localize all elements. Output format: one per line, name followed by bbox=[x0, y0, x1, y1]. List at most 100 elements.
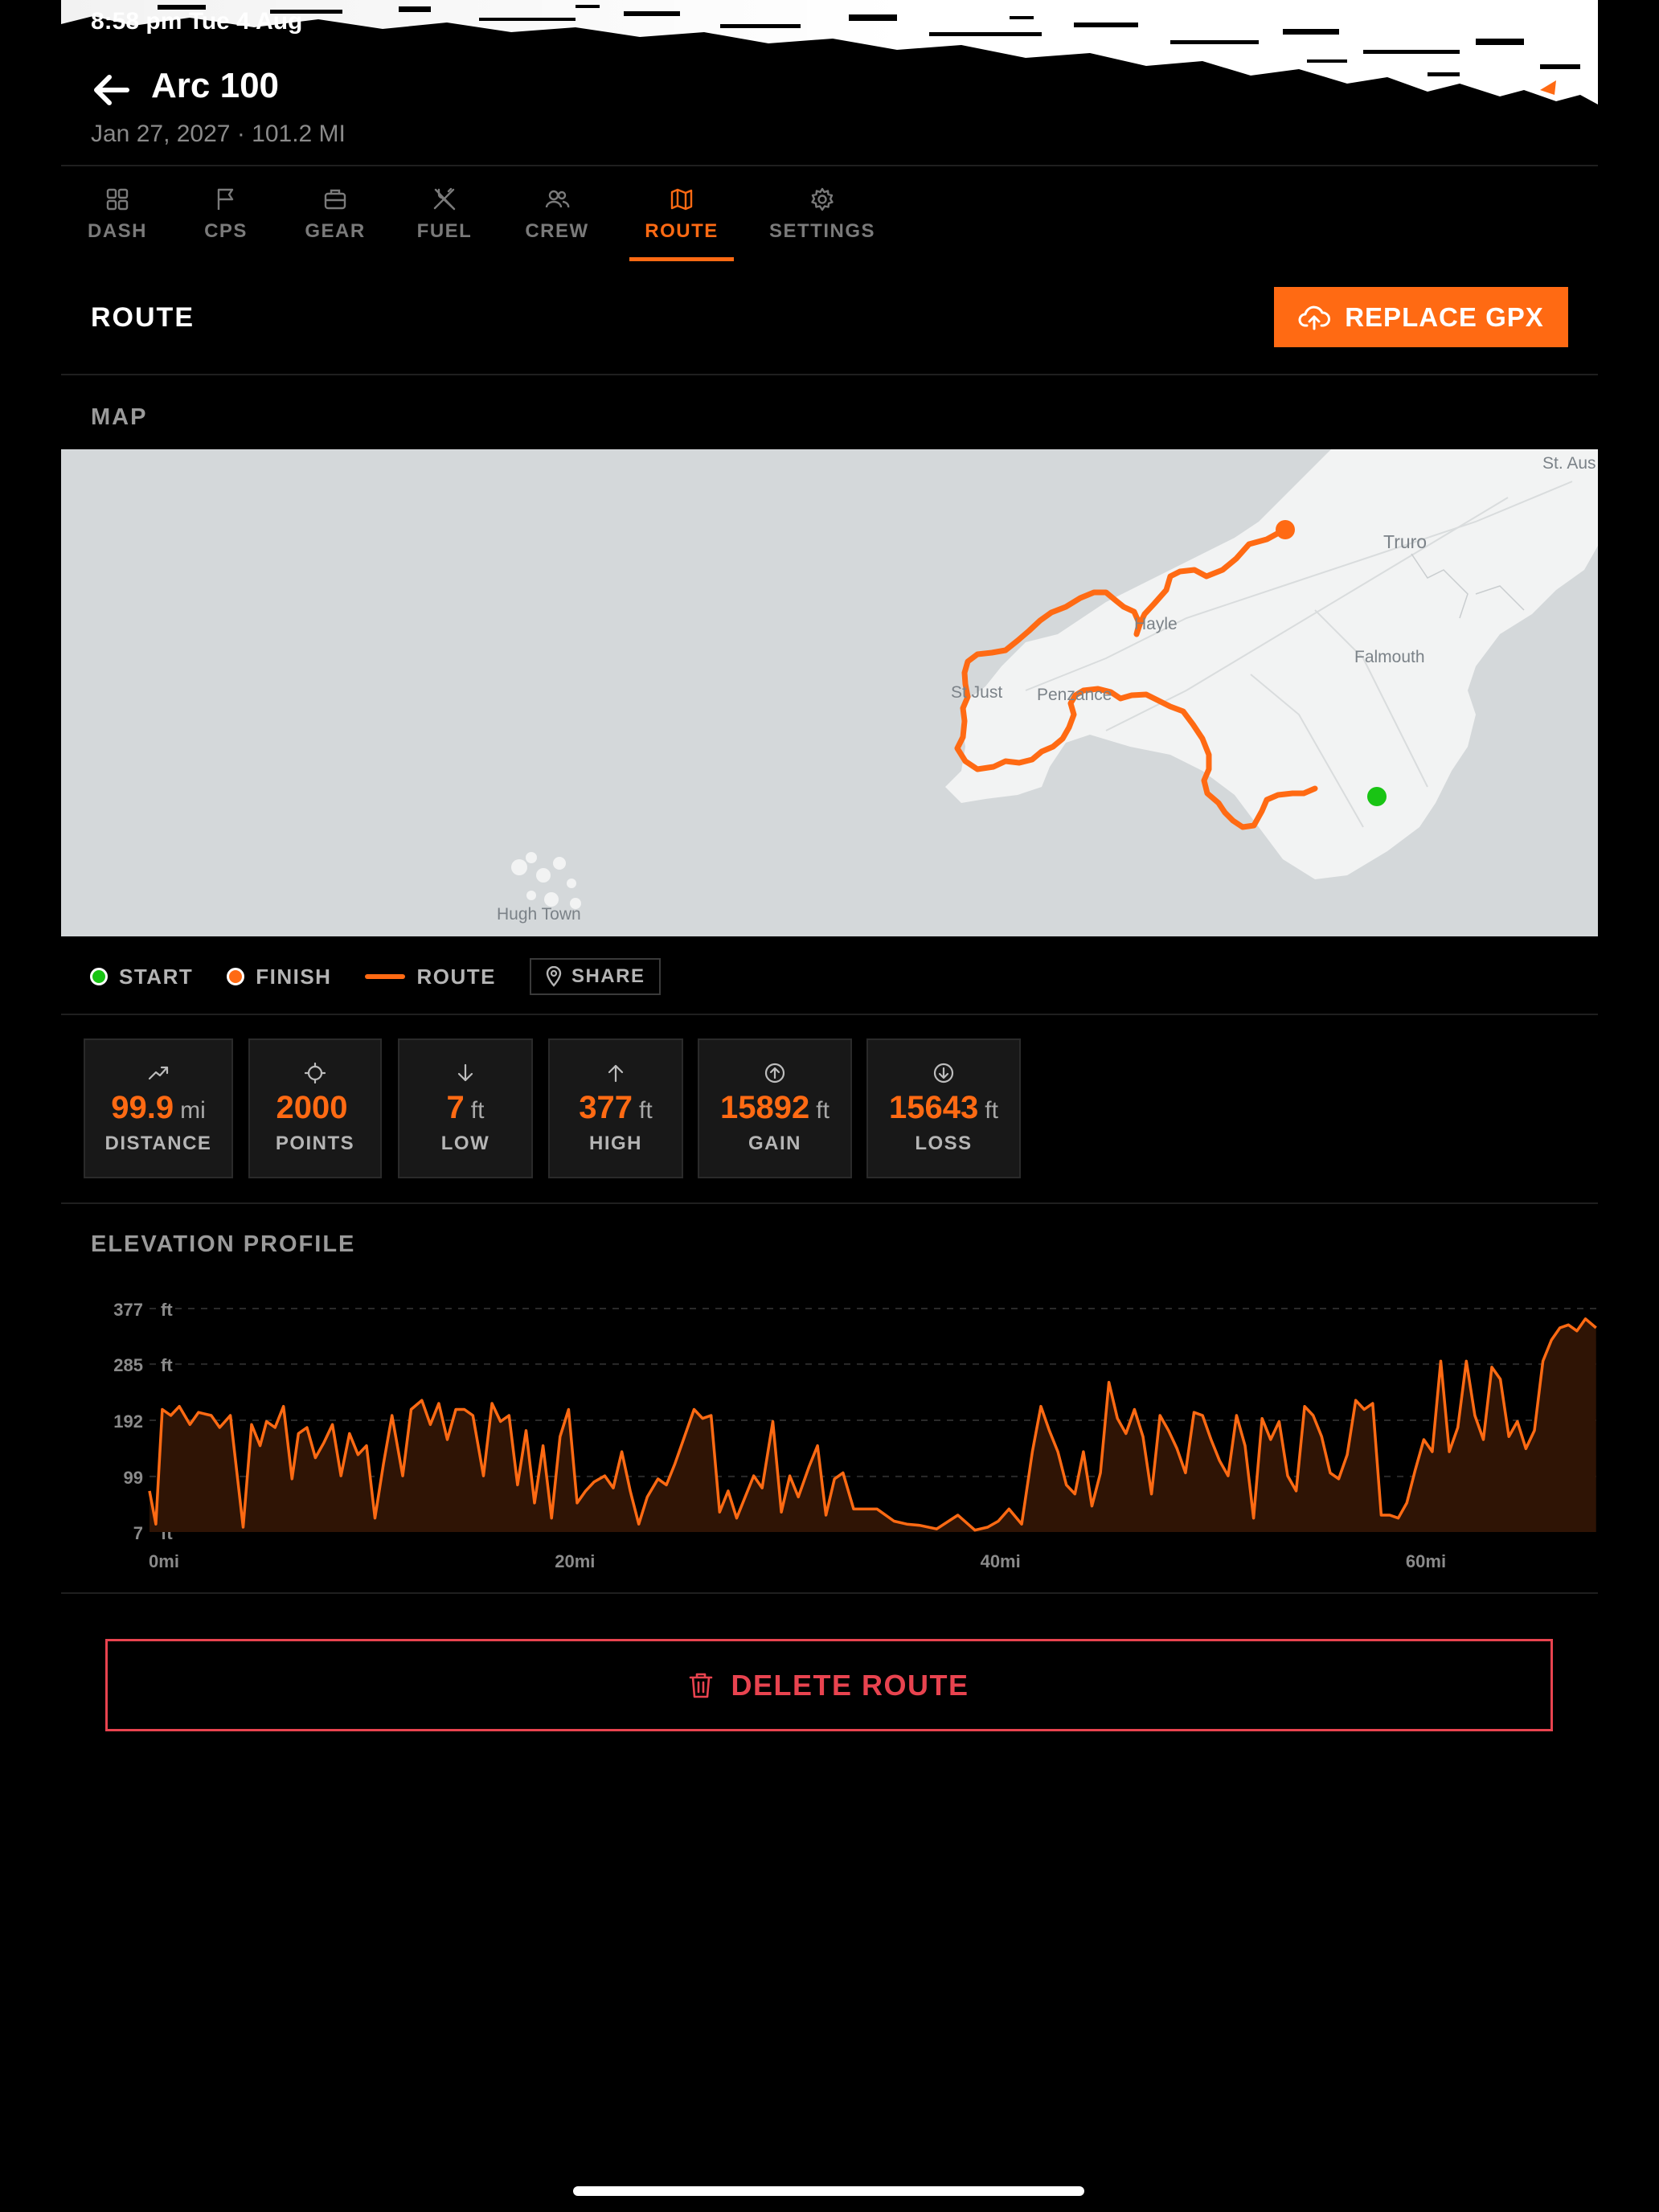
stat-value: 377 bbox=[579, 1090, 633, 1125]
y-tick-label: 285 bbox=[113, 1355, 143, 1375]
stat-unit: ft bbox=[639, 1097, 653, 1124]
y-tick-label: 377 bbox=[113, 1300, 143, 1320]
briefcase-icon bbox=[324, 189, 346, 210]
place-label: Penzance bbox=[1037, 686, 1112, 704]
delete-route-label: DELETE ROUTE bbox=[731, 1668, 969, 1702]
crosshair-icon bbox=[305, 1063, 326, 1083]
stat-label: POINTS bbox=[275, 1133, 355, 1154]
y-tick-unit: ft bbox=[161, 1355, 173, 1375]
place-label: Hayle bbox=[1134, 615, 1178, 633]
stat-label: LOSS bbox=[915, 1133, 973, 1154]
delete-route-button[interactable]: DELETE ROUTE bbox=[105, 1639, 1553, 1731]
legend-label: ROUTE bbox=[416, 964, 496, 989]
map-pin-icon bbox=[546, 966, 562, 987]
stat-value: 7 bbox=[446, 1090, 465, 1125]
tab-settings[interactable]: SETTINGS bbox=[769, 169, 875, 261]
divider bbox=[61, 374, 1598, 375]
divider bbox=[61, 165, 1598, 166]
y-tick-label: 99 bbox=[124, 1468, 143, 1488]
tab-fuel[interactable]: FUEL bbox=[414, 169, 475, 261]
stat-card-high: 377 ft HIGH bbox=[548, 1038, 683, 1178]
home-indicator[interactable] bbox=[573, 2186, 1084, 2196]
y-tick-label: 192 bbox=[113, 1411, 143, 1432]
arrow-down-icon bbox=[457, 1063, 473, 1082]
battery-nub bbox=[1551, 18, 1555, 26]
cloud-upload-icon bbox=[1298, 305, 1331, 330]
x-tick-label: 40mi bbox=[981, 1551, 1021, 1571]
map-canvas bbox=[511, 449, 1598, 909]
finish-marker[interactable] bbox=[1276, 520, 1295, 539]
tab-gear[interactable]: GEAR bbox=[301, 169, 369, 261]
x-tick-label: 0mi bbox=[149, 1551, 179, 1571]
arrow-up-icon bbox=[608, 1064, 624, 1083]
stat-value: 15892 bbox=[720, 1090, 810, 1125]
stat-card-gain: 15892 ft GAIN bbox=[698, 1038, 852, 1178]
stat-card-loss: 15643 ft LOSS bbox=[866, 1038, 1021, 1178]
tab-label: ROUTE bbox=[645, 220, 719, 242]
stat-label: HIGH bbox=[589, 1133, 642, 1154]
finish-dot-icon bbox=[227, 968, 245, 985]
map-icon bbox=[670, 188, 693, 211]
tab-label: CREW bbox=[525, 220, 589, 242]
tab-label: GEAR bbox=[305, 220, 366, 242]
back-arrow-icon[interactable] bbox=[90, 71, 132, 109]
tab-crew[interactable]: CREW bbox=[522, 169, 592, 261]
route-line-icon bbox=[365, 974, 406, 979]
battery-percent: 56% bbox=[1436, 8, 1485, 35]
tab-label: DASH bbox=[87, 220, 147, 242]
x-tick-label: 60mi bbox=[1406, 1551, 1446, 1571]
section-title: ROUTE bbox=[91, 302, 195, 333]
place-label: St. Aus bbox=[1542, 454, 1596, 473]
legend-label: START bbox=[119, 964, 194, 989]
trending-up-icon bbox=[148, 1066, 169, 1080]
header-grunge-banner bbox=[61, 0, 1598, 104]
tab-label: FUEL bbox=[416, 220, 473, 242]
place-label: Truro bbox=[1383, 531, 1428, 552]
tab-cps[interactable]: CPS bbox=[197, 169, 255, 261]
tab-dash[interactable]: DASH bbox=[83, 169, 152, 261]
map-label: MAP bbox=[91, 404, 148, 430]
flag-icon bbox=[217, 188, 234, 210]
start-dot-icon bbox=[90, 968, 108, 985]
map-legend: START FINISH ROUTE SHARE bbox=[90, 956, 662, 997]
y-tick-unit: ft bbox=[161, 1300, 173, 1320]
stat-card-distance: 99.9 mi DISTANCE bbox=[84, 1038, 233, 1178]
arrow-up-circle-icon bbox=[764, 1063, 785, 1083]
replace-gpx-label: REPLACE GPX bbox=[1345, 301, 1544, 332]
tab-label: CPS bbox=[204, 220, 248, 242]
elevation-chart[interactable]: 377ft285ft192ft99ft7ft0mi20mi40mi60mi bbox=[61, 1286, 1598, 1583]
share-button[interactable]: SHARE bbox=[529, 958, 662, 995]
users-icon bbox=[545, 190, 570, 208]
stat-label: LOW bbox=[440, 1133, 490, 1154]
status-indicators: 56% bbox=[1396, 8, 1555, 35]
wifi-icon bbox=[1396, 11, 1426, 31]
place-label: Falmouth bbox=[1354, 648, 1425, 666]
place-label: Hugh Town bbox=[497, 905, 581, 924]
tab-route[interactable]: ROUTE bbox=[629, 169, 734, 261]
utensils-icon bbox=[433, 187, 456, 211]
stat-unit: mi bbox=[180, 1097, 206, 1124]
elevation-title: ELEVATION PROFILE bbox=[91, 1231, 356, 1257]
legend-label: FINISH bbox=[256, 964, 332, 989]
stat-label: GAIN bbox=[748, 1133, 801, 1154]
place-label: St Just bbox=[951, 683, 1003, 702]
legend-start: START bbox=[90, 965, 193, 989]
stat-unit: ft bbox=[470, 1097, 485, 1124]
replace-gpx-button[interactable]: REPLACE GPX bbox=[1274, 287, 1568, 347]
x-tick-label: 20mi bbox=[555, 1551, 595, 1571]
arrow-down-circle-icon bbox=[933, 1063, 954, 1083]
route-map[interactable]: St. Aus Truro Hayle Falmouth St Just Pen… bbox=[61, 449, 1598, 936]
grid-icon bbox=[106, 188, 129, 211]
start-marker[interactable] bbox=[1367, 787, 1387, 806]
divider bbox=[61, 1014, 1598, 1015]
legend-route: ROUTE bbox=[365, 965, 496, 989]
page-title: Arc 100 bbox=[151, 66, 280, 105]
legend-finish: FINISH bbox=[227, 965, 331, 989]
stat-label: DISTANCE bbox=[104, 1133, 212, 1154]
stat-card-low: 7 ft LOW bbox=[398, 1038, 533, 1178]
trash-icon bbox=[690, 1673, 713, 1698]
divider bbox=[61, 1592, 1598, 1594]
stat-unit: ft bbox=[816, 1097, 830, 1124]
gear-icon bbox=[811, 187, 834, 211]
active-tab-indicator bbox=[629, 257, 734, 261]
